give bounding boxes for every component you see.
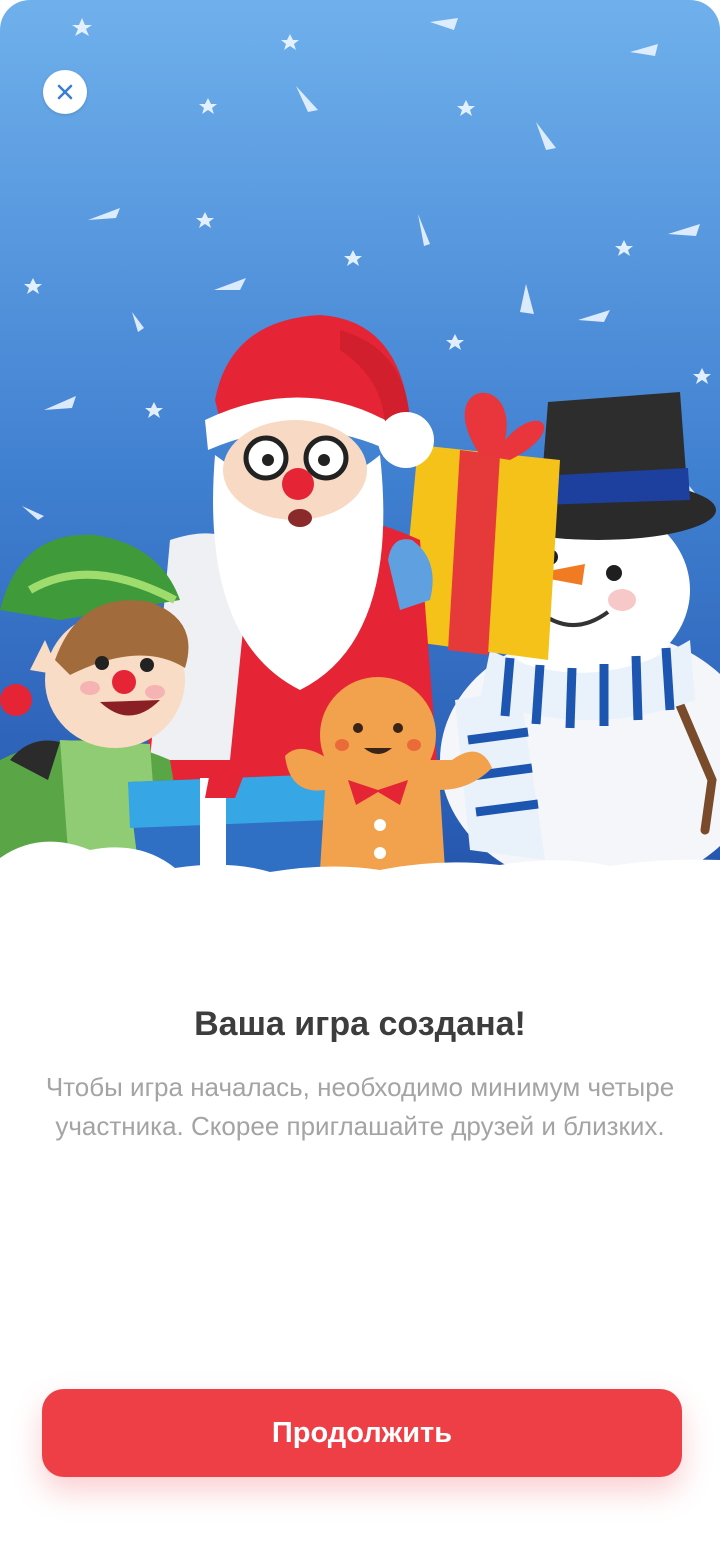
christmas-illustration (0, 0, 720, 880)
close-icon (57, 84, 73, 100)
close-button[interactable] (43, 70, 87, 114)
game-created-screen: Ваша игра создана! Чтобы игра началась, … (0, 0, 720, 1558)
page-title: Ваша игра создана! (194, 1005, 526, 1043)
description-text: Чтобы игра началась, необходимо минимум … (45, 1072, 675, 1141)
continue-button[interactable]: Продолжить (42, 1389, 682, 1477)
